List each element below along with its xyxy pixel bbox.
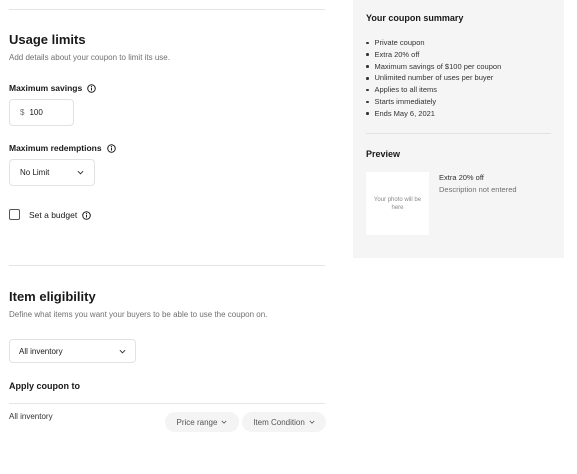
summary-item: Applies to all items (366, 84, 501, 96)
summary-item: Maximum savings of $100 per coupon (366, 61, 502, 73)
max-redemptions-label-text: Maximum redemptions (9, 143, 102, 153)
apply-coupon-title: Apply coupon to (9, 381, 80, 391)
chevron-down-icon (309, 420, 315, 424)
budget-label: Set a budget (29, 210, 91, 220)
usage-limits-title: Usage limits (9, 32, 86, 47)
summary-item: Ends May 6, 2021 (366, 108, 501, 120)
summary-item: Private coupon (366, 37, 501, 49)
usage-limits-subtitle: Add details about your coupon to limit i… (9, 53, 170, 62)
photo-placeholder-text: Your photo will be here (373, 196, 422, 211)
max-redemptions-select[interactable]: No Limit (9, 159, 95, 186)
item-eligibility-title: Item eligibility (9, 289, 96, 304)
item-condition-label: Item Condition (253, 417, 305, 427)
budget-label-text[interactable]: Set a budget (29, 210, 77, 220)
summary-item: Starts immediately (366, 96, 501, 108)
top-divider (9, 9, 325, 10)
inventory-scope-value: All inventory (19, 346, 63, 356)
currency-symbol: $ (20, 108, 25, 117)
max-savings-value: 100 (29, 108, 43, 117)
chevron-down-icon (119, 349, 126, 353)
chevron-down-icon (221, 420, 227, 424)
info-icon[interactable] (82, 210, 91, 220)
price-range-label: Price range (176, 417, 218, 427)
max-savings-label-text: Maximum savings (9, 83, 83, 93)
summary-title: Your coupon summary (366, 13, 464, 23)
preview-description: Description not entered (439, 185, 517, 194)
max-redemptions-value: No Limit (20, 168, 50, 177)
item-eligibility-subtitle: Define what items you want your buyers t… (9, 310, 268, 319)
summary-item: Extra 20% off (366, 49, 501, 61)
info-icon[interactable] (87, 83, 97, 93)
info-icon[interactable] (106, 143, 116, 153)
apply-divider (9, 403, 325, 404)
budget-checkbox[interactable] (9, 209, 20, 220)
apply-row-label: All inventory (9, 412, 53, 421)
price-range-filter[interactable]: Price range (165, 412, 239, 432)
preview-offer: Extra 20% off (439, 173, 484, 182)
coupon-summary-panel: Your coupon summary Private coupon Extra… (353, 0, 564, 258)
preview-title: Preview (366, 149, 401, 159)
photo-placeholder: Your photo will be here (366, 172, 429, 235)
summary-list: Private coupon Extra 20% off Maximum sav… (366, 37, 502, 120)
summary-divider (366, 133, 551, 134)
summary-item: Unlimited number of uses per buyer (366, 72, 501, 84)
inventory-scope-select[interactable]: All inventory (9, 339, 136, 363)
chevron-down-icon (77, 170, 84, 175)
section-divider (9, 265, 325, 266)
item-condition-filter[interactable]: Item Condition (242, 412, 326, 432)
max-savings-label: Maximum savings (9, 83, 97, 93)
max-savings-input[interactable]: $ 100 (9, 99, 74, 126)
max-redemptions-label: Maximum redemptions (9, 143, 116, 153)
